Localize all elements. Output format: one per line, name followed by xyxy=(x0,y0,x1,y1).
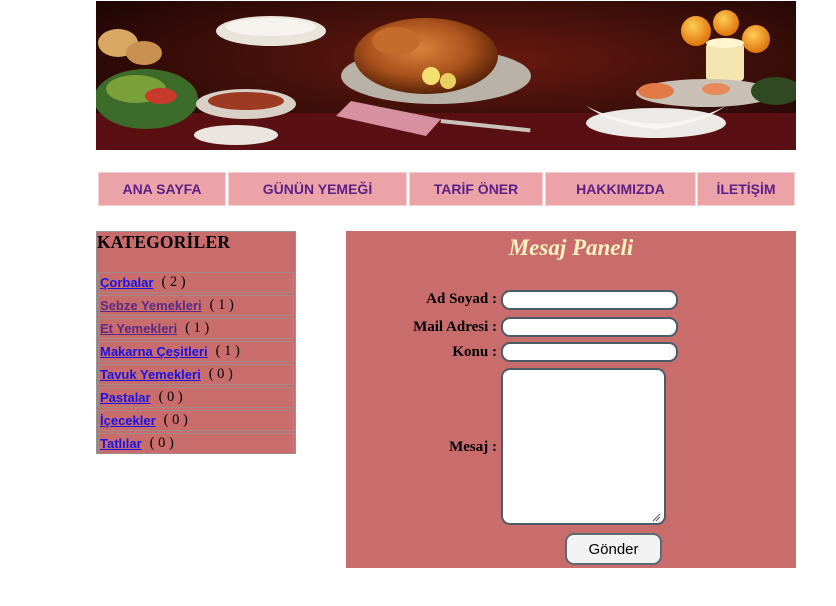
email-label: Mail Adresi : xyxy=(413,319,497,335)
category-count: ( 1 ) xyxy=(209,297,234,313)
category-link-pastalar[interactable]: Pastalar xyxy=(100,390,151,405)
category-link-et-yemekleri[interactable]: Et Yemekleri xyxy=(100,321,177,336)
category-row: Tatlılar ( 0 ) xyxy=(98,433,294,454)
food-banner-image xyxy=(96,1,796,150)
category-row: Makarna Çeşitleri ( 1 ) xyxy=(98,341,294,362)
panel-title: Mesaj Paneli xyxy=(508,235,634,260)
nav-item-iletisim[interactable]: İLETİŞİM xyxy=(697,172,795,206)
category-count: ( 1 ) xyxy=(215,343,240,359)
nav-item-hakkimizda[interactable]: HAKKIMIZDA xyxy=(545,172,696,206)
category-count: ( 0 ) xyxy=(163,412,188,428)
name-input[interactable] xyxy=(501,290,678,310)
category-count: ( 1 ) xyxy=(185,320,210,336)
category-row: Pastalar ( 0 ) xyxy=(98,387,294,408)
subject-label: Konu : xyxy=(452,344,497,360)
category-row: İçecekler ( 0 ) xyxy=(98,410,294,431)
name-label: Ad Soyad : xyxy=(426,291,497,307)
category-count: ( 0 ) xyxy=(149,435,174,451)
category-count: ( 0 ) xyxy=(208,366,233,382)
message-textarea[interactable] xyxy=(501,368,666,525)
category-link-sebze-yemekleri[interactable]: Sebze Yemekleri xyxy=(100,298,202,313)
categories-title: KATEGORİLER xyxy=(97,232,231,252)
category-row: Tavuk Yemekleri ( 0 ) xyxy=(98,364,294,385)
category-count: ( 2 ) xyxy=(161,274,186,290)
category-link-icecekler[interactable]: İçecekler xyxy=(100,413,156,428)
nav-item-gunun-yemegi[interactable]: GÜNÜN YEMEĞİ xyxy=(228,172,407,206)
category-link-corbalar[interactable]: Çorbalar xyxy=(100,275,153,290)
category-link-makarna-cesitleri[interactable]: Makarna Çeşitleri xyxy=(100,344,208,359)
category-row: Çorbalar ( 2 ) xyxy=(98,272,294,293)
category-link-tatlilar[interactable]: Tatlılar xyxy=(100,436,142,451)
category-row: Et Yemekleri ( 1 ) xyxy=(98,318,294,339)
subject-input[interactable] xyxy=(501,342,678,362)
nav-item-ana-sayfa[interactable]: ANA SAYFA xyxy=(98,172,226,206)
main-navigation: ANA SAYFA GÜNÜN YEMEĞİ TARİF ÖNER HAKKIM… xyxy=(96,172,796,206)
message-label: Mesaj : xyxy=(449,439,497,455)
resize-grip-icon[interactable] xyxy=(651,512,661,522)
category-link-tavuk-yemekleri[interactable]: Tavuk Yemekleri xyxy=(100,367,201,382)
categories-panel: KATEGORİLER Çorbalar ( 2 ) Sebze Yemekle… xyxy=(96,231,296,454)
nav-item-tarif-oner[interactable]: TARİF ÖNER xyxy=(409,172,543,206)
category-count: ( 0 ) xyxy=(158,389,183,405)
email-input[interactable] xyxy=(501,317,678,337)
send-button[interactable]: Gönder xyxy=(565,533,662,565)
category-row: Sebze Yemekleri ( 1 ) xyxy=(98,295,294,316)
message-panel: Mesaj Paneli Ad Soyad : Mail Adresi : Ko… xyxy=(346,231,796,568)
